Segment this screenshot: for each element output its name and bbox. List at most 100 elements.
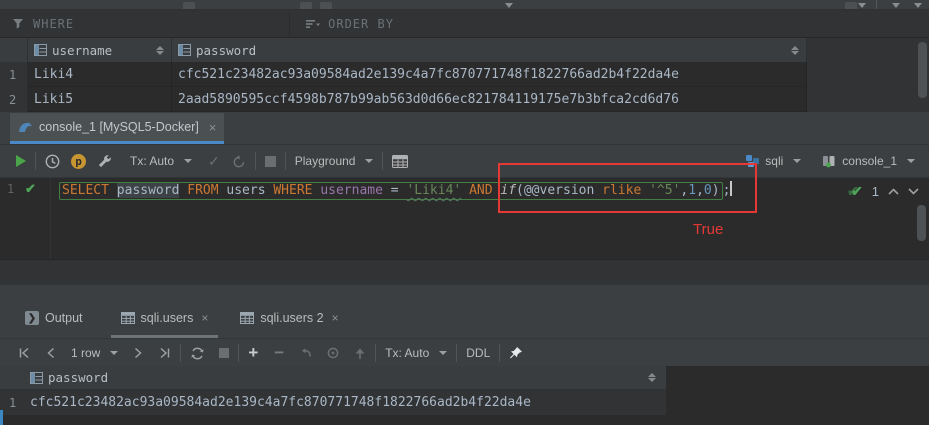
run-button[interactable] bbox=[16, 155, 26, 167]
cell-password[interactable]: cfc521c23482ac93a09584ad2e139c4a7fc87077… bbox=[172, 62, 807, 87]
grid-pager-toolbar: 1 row + − bbox=[0, 338, 929, 367]
injection-result-annotation: True bbox=[693, 221, 723, 238]
rollback-icon[interactable] bbox=[232, 154, 246, 168]
row-filler bbox=[807, 87, 929, 112]
column-icon bbox=[178, 44, 191, 56]
filter-funnel-icon[interactable] bbox=[12, 18, 24, 30]
close-icon[interactable]: × bbox=[332, 311, 339, 325]
editor-bottom-strip bbox=[0, 259, 929, 285]
cell-password[interactable]: cfc521c23482ac93a09584ad2e139c4a7fc87077… bbox=[30, 395, 531, 410]
chevron-down-icon[interactable] bbox=[858, 3, 866, 8]
commit-check-icon[interactable]: ✓ bbox=[208, 153, 220, 170]
toolbar-icon-partial[interactable] bbox=[845, 2, 857, 10]
revert-icon[interactable] bbox=[298, 347, 312, 360]
sort-icon[interactable] bbox=[648, 373, 656, 382]
editor-tab-bar: console_1 [MySQL5-Docker] × bbox=[0, 113, 929, 145]
session-switcher[interactable]: console_1 bbox=[821, 154, 915, 168]
next-statement-icon[interactable] bbox=[908, 188, 919, 195]
tab-console-1[interactable]: console_1 [MySQL5-Docker] × bbox=[10, 113, 224, 144]
console-toolbar: p Tx: Auto ✓ Playground sqli bbox=[0, 145, 929, 178]
settings-wrench-icon[interactable] bbox=[97, 154, 112, 169]
next-page-icon[interactable] bbox=[134, 347, 143, 359]
toolbar-icon-partial[interactable] bbox=[320, 2, 332, 10]
sql-statement[interactable]: SELECT password FROM users WHERE usernam… bbox=[59, 181, 732, 200]
editor-scrollbar[interactable] bbox=[917, 205, 926, 241]
chevron-down-icon[interactable] bbox=[505, 3, 513, 8]
delete-row-icon[interactable]: − bbox=[274, 343, 284, 363]
row-number: 1 bbox=[0, 62, 28, 87]
tab-label: sqli.users 2 bbox=[260, 311, 323, 325]
chevron-down-icon[interactable] bbox=[892, 3, 900, 8]
prev-statement-icon[interactable] bbox=[888, 188, 899, 195]
where-filter-input[interactable]: WHERE bbox=[33, 17, 74, 31]
row-number-gutter bbox=[0, 38, 28, 62]
chevron-down-icon bbox=[907, 159, 915, 163]
toolbar-divider bbox=[876, 0, 877, 10]
column-header-label: username bbox=[52, 43, 112, 58]
column-header-password[interactable]: password bbox=[172, 38, 807, 62]
execution-indicator: ✔ 1 bbox=[847, 183, 919, 200]
prev-page-icon[interactable] bbox=[46, 347, 55, 359]
vertical-scrollbar[interactable] bbox=[918, 42, 927, 98]
parameters-icon[interactable]: p bbox=[71, 154, 86, 169]
tx-mode-dropdown-bottom[interactable]: Tx: Auto bbox=[385, 346, 447, 360]
row-number: 1 bbox=[0, 396, 30, 410]
column-header-password[interactable]: password bbox=[0, 366, 666, 390]
page-size-dropdown[interactable]: 1 row bbox=[71, 346, 118, 360]
history-icon[interactable] bbox=[45, 154, 60, 169]
close-icon[interactable]: × bbox=[201, 311, 208, 325]
cell-password[interactable]: 2aad5890595ccf4598b787b99ab563d0d66ec821… bbox=[172, 87, 807, 112]
tab-sqli-users[interactable]: sqli.users × bbox=[111, 303, 219, 338]
table-row[interactable]: 1 cfc521c23482ac93a09584ad2e139c4a7fc870… bbox=[0, 390, 666, 415]
tab-label: Output bbox=[45, 311, 83, 325]
first-page-icon[interactable] bbox=[18, 347, 30, 359]
chevron-down-icon bbox=[793, 159, 801, 163]
ddl-button[interactable]: DDL bbox=[466, 346, 490, 360]
column-header-username[interactable]: username bbox=[28, 38, 172, 62]
output-icon: ❯ bbox=[25, 311, 39, 325]
tab-sqli-users-2[interactable]: sqli.users 2 × bbox=[230, 303, 348, 338]
column-header-label: password bbox=[48, 370, 108, 385]
results-grid-header: username password bbox=[0, 38, 929, 62]
schema-switcher[interactable]: sqli bbox=[745, 154, 801, 168]
stop-button[interactable] bbox=[265, 156, 276, 167]
results-in-editor-icon[interactable] bbox=[392, 155, 408, 168]
toolbar-icon-partial[interactable] bbox=[183, 2, 195, 10]
pin-icon[interactable] bbox=[509, 346, 523, 360]
chevron-down-icon[interactable] bbox=[914, 3, 922, 8]
sql-editor[interactable]: 1 ✔ SELECT password FROM users WHERE use… bbox=[0, 178, 929, 259]
tab-output[interactable]: ❯ Output bbox=[15, 303, 93, 338]
column-icon bbox=[34, 44, 47, 56]
success-check-icon: ✔ bbox=[851, 183, 863, 200]
execution-count: 1 bbox=[872, 184, 879, 199]
line-number: 1 bbox=[7, 182, 14, 196]
toolbar-icon-partial[interactable] bbox=[300, 2, 312, 10]
table-row[interactable]: 1 Liki4 cfc521c23482ac93a09584ad2e139c4a… bbox=[0, 62, 929, 87]
playground-dropdown[interactable]: Playground bbox=[295, 154, 374, 168]
close-icon[interactable]: × bbox=[209, 120, 217, 135]
cell-username[interactable]: Liki4 bbox=[28, 62, 172, 87]
sort-icon[interactable] bbox=[156, 46, 164, 55]
table-row[interactable]: 2 Liki5 2aad5890595ccf4598b787b99ab563d0… bbox=[0, 87, 929, 112]
submit-up-icon[interactable] bbox=[354, 347, 366, 360]
bottom-grid-area: password 1 cfc521c23482ac93a09584ad2e139… bbox=[0, 366, 929, 425]
header-filler bbox=[807, 38, 929, 62]
stop-query-icon[interactable] bbox=[219, 348, 229, 358]
datagrip-window: WHERE ORDER BY username password bbox=[0, 0, 929, 425]
add-row-icon[interactable]: + bbox=[248, 343, 258, 363]
tx-mode-dropdown[interactable]: Tx: Auto bbox=[130, 154, 192, 168]
text-cursor bbox=[730, 181, 732, 196]
order-by-icon[interactable] bbox=[306, 18, 320, 30]
order-by-input[interactable]: ORDER BY bbox=[328, 17, 394, 31]
reload-icon[interactable] bbox=[326, 346, 340, 360]
last-page-icon[interactable] bbox=[159, 347, 171, 359]
sort-icon[interactable] bbox=[791, 46, 799, 55]
chevron-down-icon bbox=[365, 159, 373, 163]
table-icon bbox=[121, 312, 135, 324]
cell-username[interactable]: Liki5 bbox=[28, 87, 172, 112]
filter-divider bbox=[289, 10, 290, 38]
main-toolbar bbox=[0, 0, 929, 10]
column-header-label: password bbox=[196, 43, 256, 58]
tab-label: sqli.users bbox=[141, 311, 194, 325]
refresh-icon[interactable] bbox=[190, 346, 205, 361]
